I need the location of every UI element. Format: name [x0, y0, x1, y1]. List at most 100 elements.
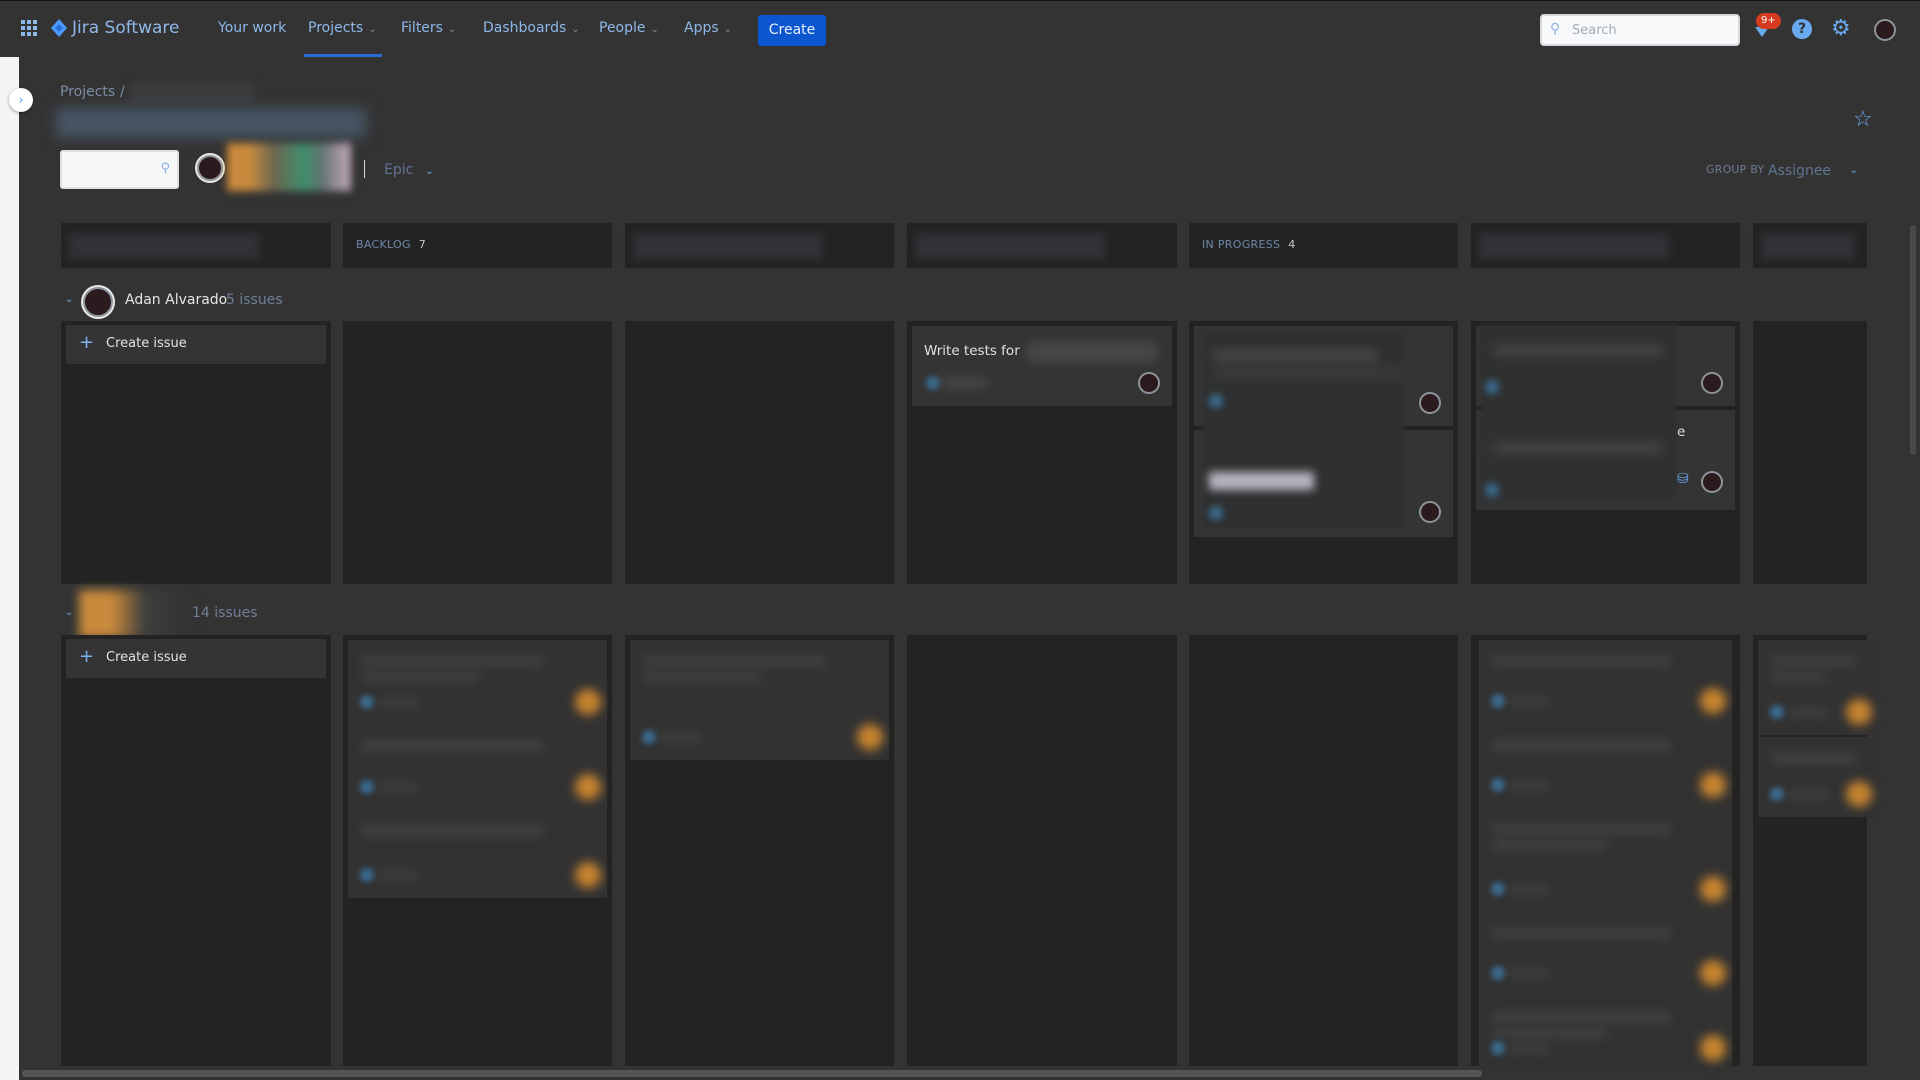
- notifications-badge: 9+: [1756, 13, 1781, 29]
- issue-card-redacted[interactable]: [348, 810, 607, 898]
- issue-card-redacted[interactable]: [1758, 737, 1878, 817]
- issue-card-title-fragment: e: [1677, 424, 1686, 440]
- nav-dashboards[interactable]: Dashboards ⌄: [483, 20, 580, 36]
- redacted-text: [1493, 656, 1671, 666]
- issue-card[interactable]: Write tests for: [912, 326, 1172, 406]
- redacted-text: [1772, 753, 1856, 763]
- product-name: Jira Software: [72, 18, 180, 38]
- breadcrumb-projects[interactable]: Projects: [60, 84, 115, 100]
- swimlane-header[interactable]: ⌄ 14 issues: [61, 590, 661, 638]
- issue-type-icon: [360, 780, 374, 794]
- issue-card-redacted[interactable]: [1479, 640, 1732, 724]
- sidebar-collapsed: [0, 57, 19, 1080]
- app-switcher-grid-icon[interactable]: [21, 20, 37, 36]
- board-cell: [1189, 635, 1458, 1066]
- nav-projects[interactable]: Projects ⌄: [308, 20, 377, 36]
- board-search-field[interactable]: ⚲: [60, 150, 179, 189]
- issue-card-redacted[interactable]: [1758, 640, 1878, 735]
- search-input[interactable]: [1572, 20, 1732, 40]
- nav-projects-label: Projects: [308, 20, 364, 36]
- issue-key-redacted: [1788, 790, 1828, 799]
- issue-key-redacted: [378, 698, 418, 707]
- assignee-avatar: [1419, 392, 1441, 414]
- star-board-icon[interactable]: ☆: [1853, 107, 1873, 132]
- chevron-down-icon: ⌄: [447, 24, 457, 35]
- issue-card-redacted[interactable]: [348, 640, 607, 725]
- top-navigation: Jira Software Your work Projects ⌄ Filter…: [0, 0, 1920, 57]
- assignee-filter-avatars-redacted[interactable]: [227, 143, 351, 191]
- redacted-text: [1213, 368, 1403, 378]
- issue-card-redacted[interactable]: [1479, 724, 1732, 808]
- group-by-value: Assignee: [1768, 163, 1832, 179]
- nav-your-work[interactable]: Your work: [218, 20, 286, 36]
- group-by-dropdown[interactable]: Assignee ⌄: [1768, 156, 1868, 186]
- swimlane-assignee-name: Adan Alvarado: [125, 292, 228, 308]
- assignee-filter-avatar[interactable]: [197, 155, 223, 181]
- settings-button[interactable]: ⚙: [1831, 16, 1851, 42]
- issue-type-icon: [1491, 966, 1505, 980]
- issue-type-icon: [360, 868, 374, 882]
- issue-type-icon: [1770, 705, 1784, 719]
- board-title-redacted: [56, 108, 366, 138]
- redacted-text: [1772, 672, 1826, 682]
- help-button[interactable]: ?: [1792, 19, 1812, 39]
- issue-card-redacted[interactable]: [1479, 996, 1732, 1071]
- expand-sidebar-button[interactable]: ›: [9, 88, 33, 112]
- column-header-redacted: [69, 233, 259, 259]
- assignee-avatar: [1138, 372, 1160, 394]
- vertical-scrollbar[interactable]: [1910, 225, 1916, 455]
- breadcrumb-project-redacted[interactable]: [130, 82, 255, 104]
- issue-key-redacted: [378, 783, 418, 792]
- nav-active-indicator: [304, 54, 382, 57]
- group-by-label: GROUP BY: [1706, 163, 1765, 176]
- redacted-text: [1493, 1028, 1607, 1038]
- issue-key-redacted: [1509, 969, 1549, 978]
- assignee-avatar: [1701, 471, 1723, 493]
- nav-people-label: People: [599, 20, 646, 36]
- board-cell: [907, 635, 1177, 1066]
- issue-cards-redacted: [1481, 325, 1676, 498]
- gear-icon: ⚙: [1831, 16, 1851, 41]
- issue-key-redacted: [1509, 697, 1549, 706]
- redacted-text: [1493, 1012, 1671, 1022]
- chevron-down-icon: ⌄: [723, 24, 733, 35]
- column-title-text: IN PROGRESS: [1202, 238, 1281, 251]
- help-icon: ?: [1797, 21, 1807, 37]
- global-search[interactable]: ⚲: [1540, 14, 1740, 46]
- profile-avatar[interactable]: [1874, 19, 1896, 41]
- redacted-text: [1493, 824, 1671, 834]
- epic-filter-dropdown[interactable]: Epic ⌄: [384, 162, 434, 178]
- swimlane-issue-count: 5 issues: [226, 292, 283, 308]
- board-search-input[interactable]: [68, 160, 148, 180]
- issue-card-redacted[interactable]: [1479, 808, 1732, 912]
- nav-apps[interactable]: Apps ⌄: [684, 20, 732, 36]
- issue-card-redacted[interactable]: [1479, 912, 1732, 996]
- nav-filters[interactable]: Filters ⌄: [401, 20, 456, 36]
- create-issue-button[interactable]: + Create issue: [66, 639, 326, 678]
- nav-people[interactable]: People ⌄: [599, 20, 659, 36]
- column-header: [1753, 223, 1867, 268]
- assignee-avatar-redacted: [1700, 1035, 1726, 1061]
- create-issue-label: Create issue: [106, 650, 187, 665]
- assignee-avatar-redacted: [1700, 960, 1726, 986]
- search-icon: ⚲: [160, 161, 170, 176]
- assignee-avatar-redacted: [575, 862, 601, 888]
- redacted-text: [1493, 345, 1663, 355]
- issue-card-title: Write tests for: [924, 343, 1020, 359]
- issue-type-icon: [1491, 1041, 1505, 1055]
- redacted-text: [1213, 350, 1378, 362]
- issue-key-redacted: [1509, 781, 1549, 790]
- issue-card-redacted[interactable]: [630, 640, 889, 760]
- issue-card-redacted[interactable]: [348, 725, 607, 810]
- create-issue-button[interactable]: + Create issue: [66, 325, 326, 364]
- swimlane-header[interactable]: ⌄ Adan Alvarado 5 issues: [61, 282, 661, 322]
- chevron-down-icon[interactable]: ⌄: [65, 294, 73, 305]
- chevron-down-icon[interactable]: ⌄: [65, 607, 73, 618]
- chevron-down-icon: ⌄: [571, 24, 580, 35]
- horizontal-scrollbar[interactable]: [22, 1070, 1482, 1077]
- assignee-avatar-redacted: [1700, 876, 1726, 902]
- column-header: [907, 223, 1177, 268]
- issue-cards-redacted: [1203, 332, 1403, 527]
- assignee-avatar: [1419, 501, 1441, 523]
- create-button[interactable]: Create: [758, 15, 826, 46]
